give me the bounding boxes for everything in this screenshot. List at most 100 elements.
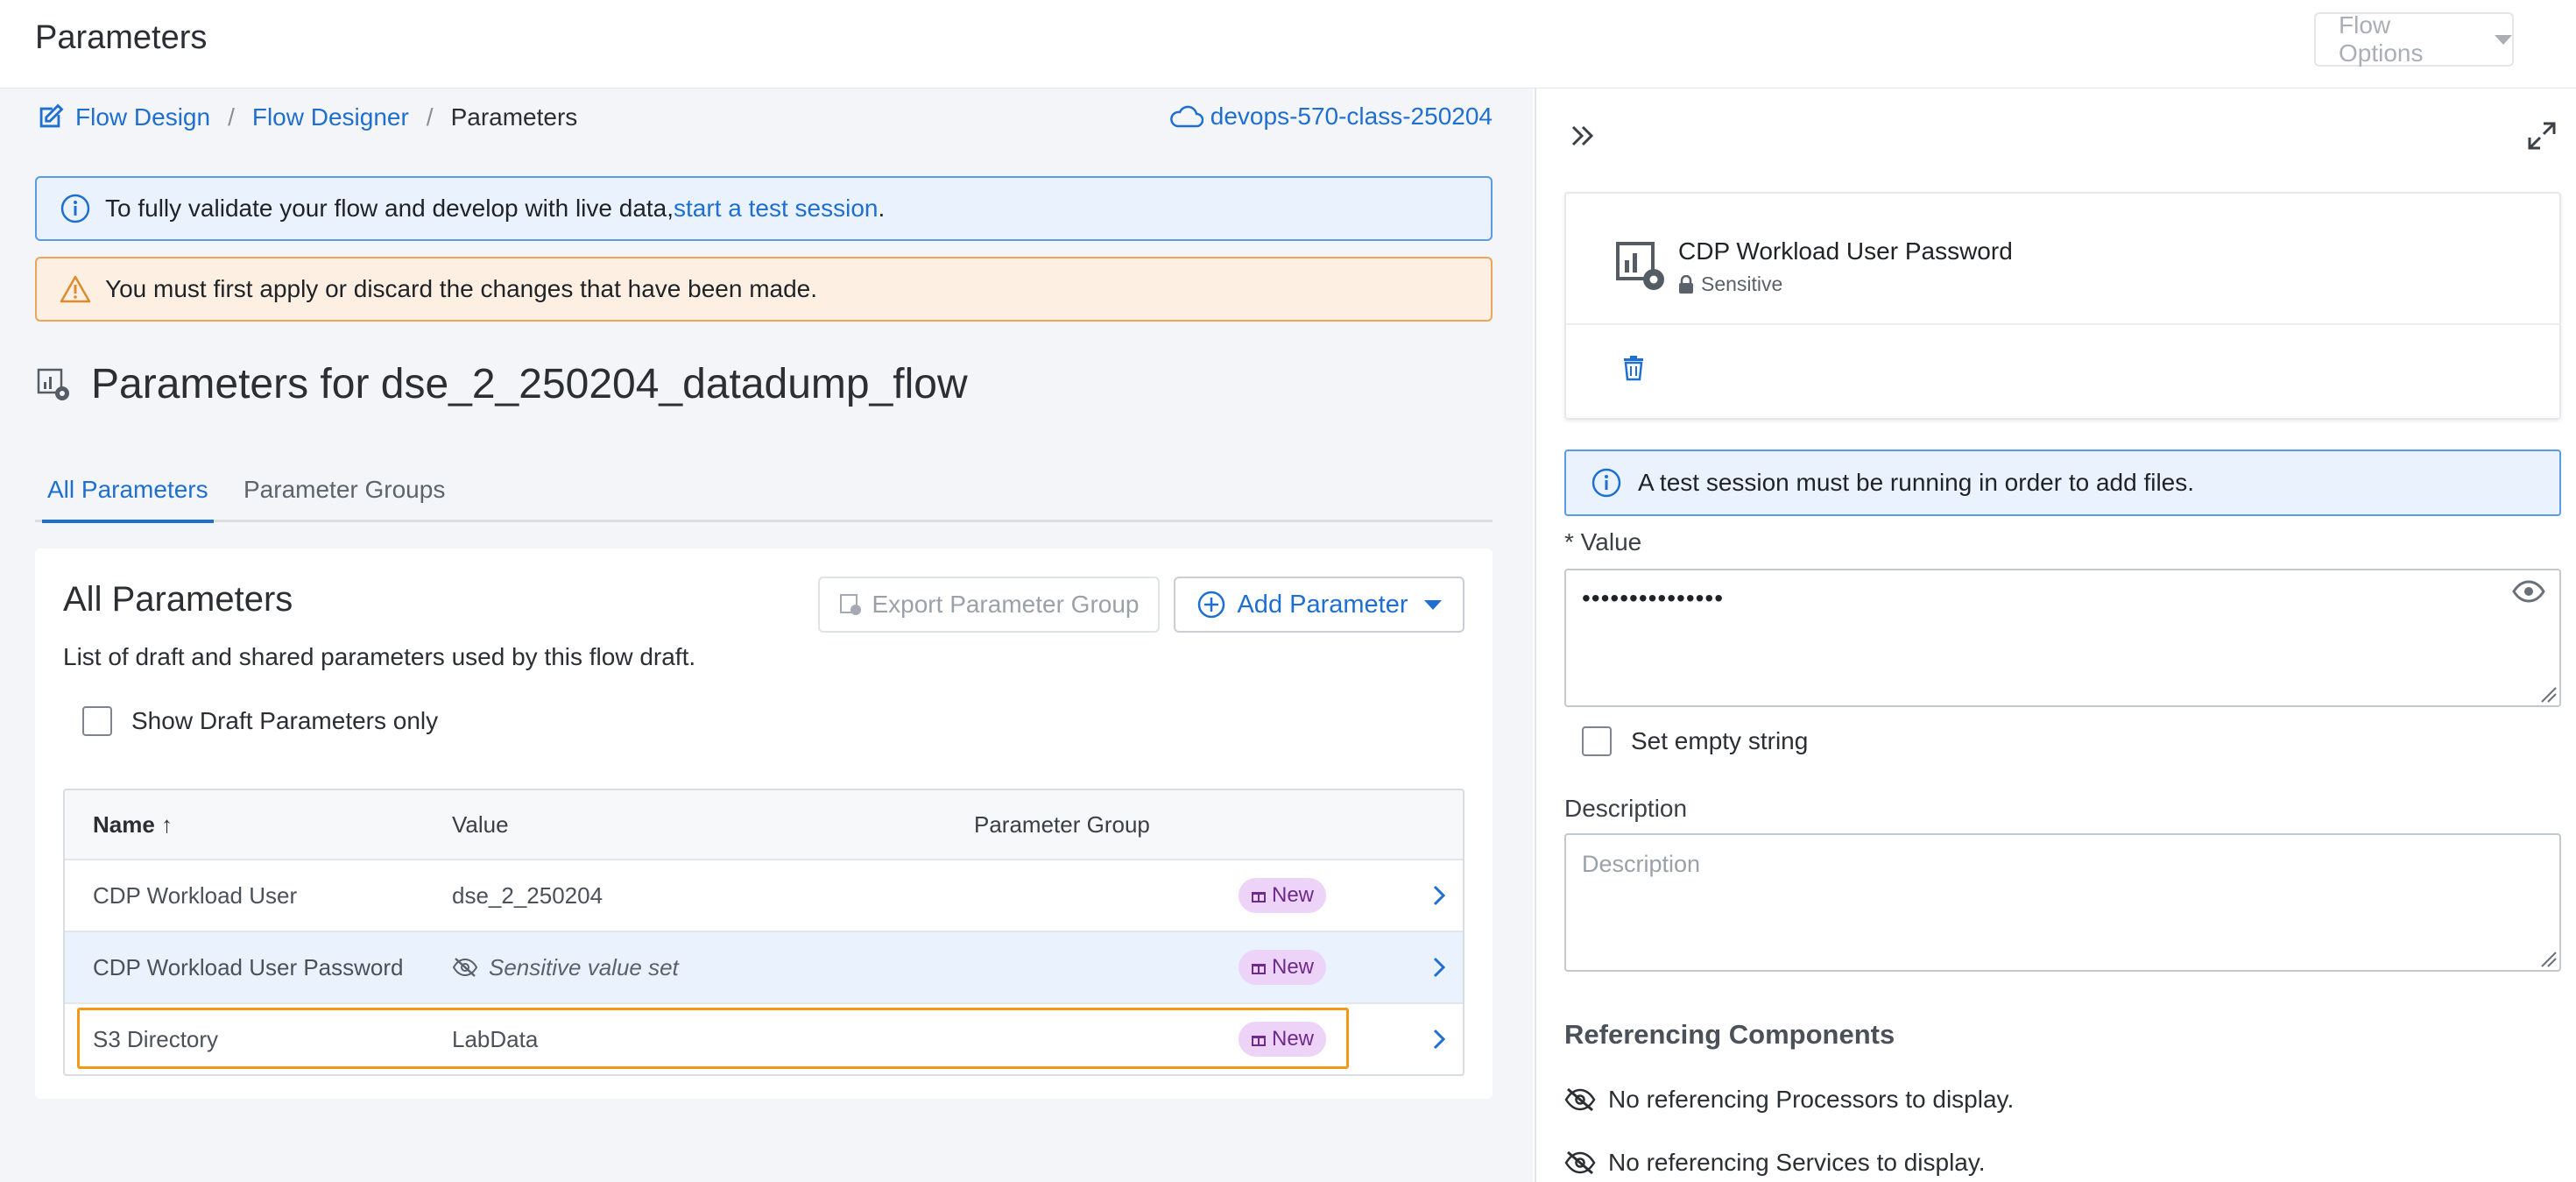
- column-header-parameter-group: Parameter Group: [974, 810, 1150, 838]
- flow-options-label: Flow Options: [2339, 11, 2424, 67]
- gift-icon: [1252, 964, 1266, 974]
- value-masked-text: •••••••••••••••: [1582, 584, 1725, 612]
- info-alert: To fully validate your flow and develop …: [35, 176, 1493, 241]
- resize-grip-icon[interactable]: [2538, 684, 2558, 704]
- row-open-button[interactable]: [1431, 1004, 1447, 1074]
- description-placeholder: Description: [1582, 851, 1701, 877]
- parameter-icon: [1616, 242, 1664, 290]
- test-session-info: A test session must be running in order …: [1564, 449, 2561, 516]
- breadcrumb-parameters: Parameters: [450, 103, 578, 131]
- eye-icon[interactable]: [2512, 579, 2545, 604]
- gift-icon: [1252, 1036, 1266, 1046]
- chevron-right-icon: [1433, 957, 1446, 978]
- tab-parameter-groups[interactable]: Parameter Groups: [243, 472, 445, 520]
- no-processors-message: No referencing Processors to display.: [1564, 1086, 2014, 1114]
- resize-grip-icon[interactable]: [2538, 949, 2558, 968]
- page-title: Parameters: [35, 19, 208, 56]
- breadcrumb-flow-designer[interactable]: Flow Designer: [252, 103, 409, 131]
- description-field[interactable]: Description: [1564, 833, 2561, 972]
- warning-alert: You must first apply or discard the chan…: [35, 257, 1493, 322]
- no-processors-text: No referencing Processors to display.: [1608, 1086, 2015, 1113]
- breadcrumb-separator: /: [228, 103, 235, 131]
- set-empty-checkbox[interactable]: [1582, 726, 1612, 756]
- start-test-session-link[interactable]: start a test session: [674, 195, 878, 223]
- export-icon: [840, 594, 862, 615]
- referencing-components-title: Referencing Components: [1564, 1019, 1895, 1050]
- cloud-icon: [1169, 105, 1203, 128]
- section-title: Parameters for dse_2_250204_datadump_flo…: [91, 361, 968, 407]
- test-session-info-text: A test session must be running in order …: [1638, 469, 2195, 496]
- chevron-right-icon: [1433, 1029, 1446, 1050]
- caret-down-icon: [2495, 34, 2512, 45]
- sensitive-indicator: Sensitive: [1678, 272, 1782, 296]
- column-header-name[interactable]: Name ↑: [93, 790, 173, 859]
- row-name: S3 Directory: [93, 1025, 219, 1052]
- row-name: CDP Workload User: [93, 881, 298, 909]
- top-bar: Parameters Flow Options: [0, 0, 2576, 88]
- column-header-value: Value: [452, 810, 509, 838]
- main-content: Flow Design / Flow Designer / Parameters…: [0, 88, 1533, 1182]
- info-icon: [1591, 468, 1621, 498]
- row-value: Sensitive value set: [452, 932, 679, 1002]
- table-header: Name ↑ Value Parameter Group: [65, 790, 1463, 859]
- set-empty-label: Set empty string: [1631, 727, 1809, 754]
- flow-options-button[interactable]: Flow Options: [2314, 11, 2514, 67]
- gift-icon: [1252, 892, 1266, 902]
- card-title: All Parameters: [63, 580, 293, 619]
- table-row[interactable]: S3 Directory LabData New: [65, 1002, 1463, 1074]
- no-services-text: No referencing Services to display.: [1608, 1149, 1986, 1176]
- row-value: dse_2_250204: [452, 881, 603, 909]
- card-divider: [1566, 323, 2559, 325]
- warning-icon: [60, 275, 91, 303]
- plus-circle-icon: [1198, 591, 1225, 619]
- eye-slash-icon: [1564, 1150, 1596, 1175]
- caret-down-icon: [1423, 599, 1442, 610]
- new-badge: New: [1239, 878, 1327, 913]
- export-button-label: Export Parameter Group: [872, 591, 1140, 618]
- badge-label: New: [1272, 883, 1315, 907]
- badge-cell: New: [1239, 932, 1327, 1002]
- new-badge: New: [1239, 1022, 1327, 1057]
- parameter-summary-card: CDP Workload User Password Sensitive: [1564, 192, 2561, 420]
- eye-slash-icon: [452, 958, 478, 977]
- parameter-name: CDP Workload User Password: [1678, 237, 2013, 265]
- tab-all-parameters[interactable]: All Parameters: [42, 472, 214, 523]
- row-open-button[interactable]: [1431, 860, 1447, 931]
- workspace-label: devops-570-class-250204: [1210, 103, 1493, 130]
- lock-icon: [1679, 274, 1693, 294]
- breadcrumb-flow-design[interactable]: Flow Design: [75, 103, 210, 131]
- show-draft-checkbox[interactable]: [82, 706, 112, 736]
- sensitive-value-text: Sensitive value set: [489, 953, 679, 980]
- row-name: CDP Workload User Password: [93, 953, 404, 980]
- section-header: Parameters for dse_2_250204_datadump_flo…: [35, 360, 968, 408]
- edit-icon: [39, 103, 64, 128]
- no-services-message: No referencing Services to display.: [1564, 1149, 1986, 1177]
- expand-icon[interactable]: [2526, 120, 2558, 152]
- double-chevron-right-icon[interactable]: [1568, 120, 1599, 152]
- parameters-icon: [37, 368, 69, 400]
- parameter-detail-panel: CDP Workload User Password Sensitive A t…: [1535, 88, 2576, 1182]
- table-row[interactable]: CDP Workload User dse_2_250204 New: [65, 859, 1463, 931]
- add-parameter-button[interactable]: Add Parameter: [1174, 577, 1464, 633]
- info-alert-suffix: .: [878, 195, 886, 222]
- add-parameter-label: Add Parameter: [1237, 590, 1408, 619]
- table-row[interactable]: CDP Workload User Password Sensitive val…: [65, 931, 1463, 1002]
- warning-alert-text: You must first apply or discard the chan…: [105, 275, 818, 302]
- show-draft-label: Show Draft Parameters only: [131, 707, 439, 734]
- info-icon: [60, 194, 90, 223]
- row-open-button[interactable]: [1431, 932, 1447, 1002]
- highlight-box: [77, 1008, 1349, 1069]
- card-description: List of draft and shared parameters used…: [63, 643, 696, 670]
- badge-cell: New: [1239, 860, 1327, 931]
- breadcrumb-separator: /: [426, 103, 434, 131]
- workspace-link[interactable]: devops-570-class-250204: [1168, 103, 1493, 131]
- show-draft-row: Show Draft Parameters only: [82, 706, 438, 736]
- row-value: LabData: [452, 1025, 539, 1052]
- badge-cell: New: [1239, 1004, 1327, 1074]
- breadcrumb: Flow Design / Flow Designer / Parameters: [35, 103, 577, 132]
- trash-icon[interactable]: [1622, 355, 1645, 381]
- set-empty-row: Set empty string: [1582, 726, 1808, 756]
- value-field[interactable]: •••••••••••••••: [1564, 569, 2561, 707]
- export-parameter-group-button[interactable]: Export Parameter Group: [818, 577, 1160, 633]
- new-badge: New: [1239, 950, 1327, 985]
